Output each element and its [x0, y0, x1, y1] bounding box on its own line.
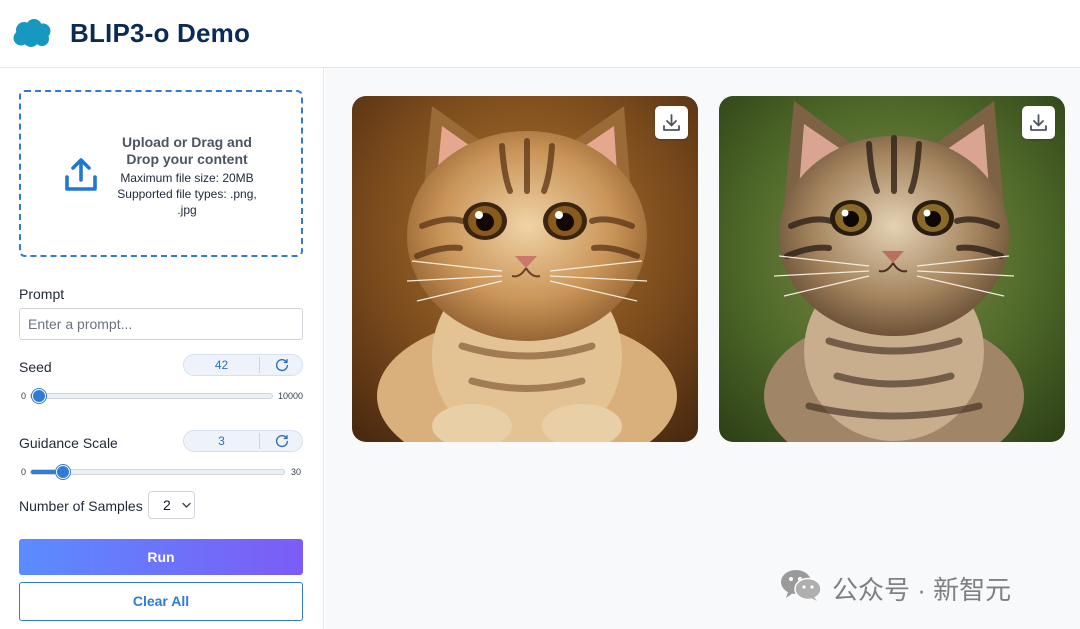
guidance-value[interactable]: 3: [184, 431, 259, 451]
seed-min-label: 0: [21, 391, 27, 401]
results-panel: [325, 68, 1080, 629]
guidance-min-label: 0: [21, 467, 27, 477]
seed-value[interactable]: 42: [184, 355, 259, 375]
seed-reset-icon[interactable]: [274, 357, 290, 373]
clear-all-button[interactable]: Clear All: [19, 582, 303, 621]
download-button-1[interactable]: [655, 106, 688, 139]
chevron-down-icon: [182, 502, 191, 508]
controls-sidebar: Upload or Drag and Drop your content Max…: [0, 68, 324, 629]
guidance-slider-thumb[interactable]: [56, 465, 71, 479]
guidance-divider: [259, 433, 260, 449]
run-button[interactable]: Run: [19, 539, 303, 575]
upload-max-size: Maximum file size: 20MB: [120, 171, 254, 185]
prompt-label: Prompt: [19, 286, 65, 302]
samples-label: Number of Samples: [19, 498, 143, 514]
upload-instructions: Upload or Drag and Drop your content Max…: [109, 134, 265, 218]
download-icon: [1030, 114, 1047, 131]
samples-select[interactable]: 2: [148, 491, 195, 519]
guidance-max-label: 30: [291, 467, 302, 477]
samples-value: 2: [163, 497, 171, 513]
salesforce-cloud-icon: [13, 19, 51, 47]
image-upload-dropzone[interactable]: Upload or Drag and Drop your content Max…: [19, 90, 303, 257]
download-icon: [663, 114, 680, 131]
app-title: BLIP3-o Demo: [70, 18, 251, 48]
guidance-label: Guidance Scale: [19, 435, 118, 451]
seed-label: Seed: [19, 359, 52, 375]
seed-divider: [259, 357, 260, 373]
upload-file-types: Supported file types: .png, .jpg: [117, 187, 257, 217]
guidance-slider-fill: [31, 470, 57, 474]
app-header: BLIP3-o Demo: [0, 0, 1080, 68]
watermark-text: 公众号 · 新智元: [832, 575, 1012, 605]
download-button-2[interactable]: [1022, 106, 1055, 139]
wechat-icon: [781, 570, 822, 601]
seed-slider[interactable]: [30, 389, 273, 403]
result-image-1: [352, 96, 698, 442]
guidance-number-input[interactable]: 3: [183, 430, 303, 452]
upload-title: Upload or Drag and Drop your content: [122, 134, 252, 167]
upload-icon: [65, 158, 97, 191]
kitten-image: [352, 96, 698, 442]
result-image-2: [719, 96, 1065, 442]
guidance-reset-icon[interactable]: [274, 433, 290, 449]
seed-number-input[interactable]: 42: [183, 354, 303, 376]
kitten-image: [719, 96, 1065, 442]
seed-slider-thumb[interactable]: [32, 389, 46, 403]
seed-max-label: 10000: [278, 391, 304, 401]
guidance-slider[interactable]: [30, 465, 285, 479]
prompt-input[interactable]: [19, 308, 303, 340]
